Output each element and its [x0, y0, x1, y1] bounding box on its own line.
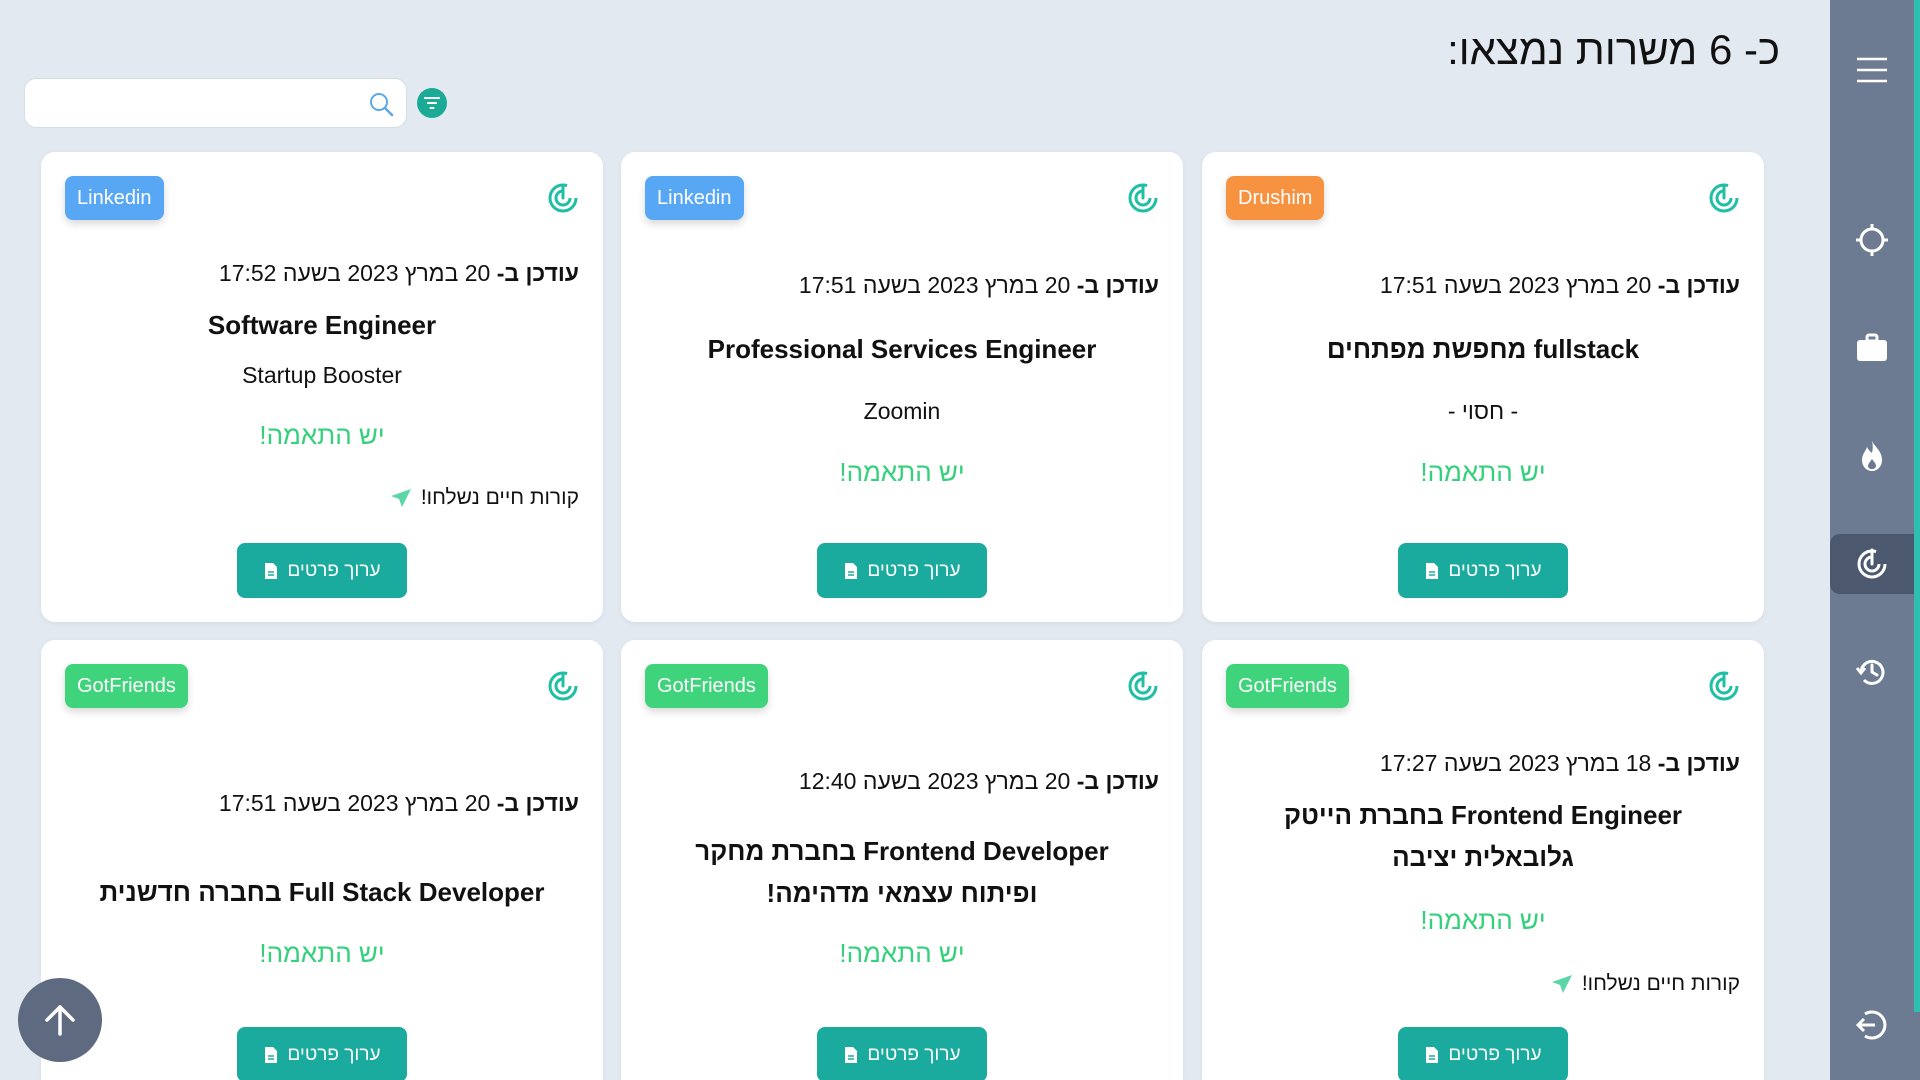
crosshair-icon	[1856, 224, 1888, 256]
sidebar-menu-button[interactable]	[1830, 40, 1914, 100]
edit-details-button[interactable]: ערוך פרטים	[237, 543, 407, 598]
document-icon	[265, 562, 278, 579]
briefcase-icon	[1857, 333, 1887, 361]
updated-date: עודכן ב- 20 במרץ 2023 בשעה 12:40	[799, 768, 1159, 795]
edit-details-button[interactable]: ערוך פרטים	[1398, 1027, 1568, 1080]
source-badge: GotFriends	[645, 664, 768, 708]
sidebar-item-target[interactable]	[1830, 210, 1914, 270]
cv-sent-status: קורות חיים נשלחו!	[389, 486, 579, 510]
match-status: יש התאמה!	[259, 938, 385, 968]
edit-details-label: ערוך פרטים	[287, 559, 381, 581]
sidebar-item-radar[interactable]	[1830, 534, 1914, 594]
match-status: יש התאמה!	[1420, 457, 1546, 487]
document-icon	[845, 1046, 858, 1063]
radar-icon[interactable]	[1708, 182, 1740, 214]
source-badge: GotFriends	[65, 664, 188, 708]
updated-prefix: עודכן ב-	[1076, 272, 1159, 298]
job-card: GotFriends עודכן ב- 20 במרץ 2023 בשעה 12…	[621, 640, 1183, 1080]
job-title: Frontend Developer בחברת מחקר ופיתוח עצמ…	[695, 836, 1109, 908]
job-title: Software Engineer	[207, 310, 437, 340]
updated-prefix: עודכן ב-	[1076, 768, 1159, 794]
updated-date: עודכן ב- 20 במרץ 2023 בשעה 17:52	[219, 260, 579, 287]
job-title: Full Stack Developer בחברה חדשנית	[99, 877, 545, 907]
document-icon	[1426, 1046, 1439, 1063]
sidebar-item-hot[interactable]	[1830, 426, 1914, 486]
radar-icon[interactable]	[1708, 670, 1740, 702]
sidebar-item-history[interactable]	[1830, 642, 1914, 702]
job-title: Professional Services Engineer	[707, 334, 1097, 364]
edit-details-button[interactable]: ערוך פרטים	[817, 1027, 987, 1080]
job-card: Linkedin עודכן ב- 20 במרץ 2023 בשעה 17:5…	[41, 152, 603, 622]
match-status: יש התאמה!	[1420, 905, 1546, 935]
page-title: כ- 6 משרות נמצאו:	[1447, 26, 1780, 73]
edit-details-label: ערוך פרטים	[287, 1043, 381, 1065]
updated-text: 18 במרץ 2023 בשעה 17:27	[1379, 750, 1658, 776]
send-icon	[1551, 975, 1572, 993]
document-icon	[1426, 562, 1439, 579]
updated-prefix: עודכן ב-	[1657, 272, 1740, 298]
history-icon	[1855, 659, 1885, 685]
edit-details-label: ערוך פרטים	[1448, 559, 1542, 581]
arrow-up-icon	[45, 1005, 75, 1036]
sidebar-item-logout[interactable]	[1830, 995, 1914, 1055]
filter-icon	[424, 97, 440, 109]
updated-date: עודכן ב- 20 במרץ 2023 בשעה 17:51	[799, 272, 1159, 299]
logout-icon	[1855, 1010, 1887, 1040]
updated-text: 20 במרץ 2023 בשעה 17:51	[218, 790, 497, 816]
updated-text: 20 במרץ 2023 בשעה 17:51	[798, 272, 1077, 298]
updated-prefix: עודכן ב-	[496, 790, 579, 816]
search-box	[24, 78, 407, 128]
scroll-to-top-button[interactable]	[18, 978, 102, 1062]
source-badge: Linkedin	[65, 176, 164, 220]
sidebar-accent	[1914, 0, 1920, 1012]
match-status: יש התאמה!	[839, 457, 965, 487]
updated-text: 20 במרץ 2023 בשעה 17:51	[1379, 272, 1658, 298]
updated-date: עודכן ב- 20 במרץ 2023 בשעה 17:51	[1380, 272, 1740, 299]
edit-details-button[interactable]: ערוך פרטים	[237, 1027, 407, 1080]
edit-details-label: ערוך פרטים	[1448, 1043, 1542, 1065]
updated-date: עודכן ב- 20 במרץ 2023 בשעה 17:51	[219, 790, 579, 817]
document-icon	[265, 1046, 278, 1063]
search-icon[interactable]	[368, 91, 394, 117]
job-card: Linkedin עודכן ב- 20 במרץ 2023 בשעה 17:5…	[621, 152, 1183, 622]
flame-icon	[1862, 441, 1882, 471]
radar-icon[interactable]	[1127, 182, 1159, 214]
source-badge: Linkedin	[645, 176, 744, 220]
job-title: fullstack מחפשת מפתחים	[1326, 334, 1640, 364]
cv-sent-label: קורות חיים נשלחו!	[1581, 972, 1740, 995]
company-name: Zoomin	[863, 398, 941, 424]
radar-icon[interactable]	[547, 182, 579, 214]
job-card: GotFriends עודכן ב- 18 במרץ 2023 בשעה 17…	[1202, 640, 1764, 1080]
match-status: יש התאמה!	[839, 938, 965, 968]
source-badge: Drushim	[1226, 176, 1325, 220]
updated-text: 20 במרץ 2023 בשעה 12:40	[798, 768, 1077, 794]
job-card: GotFriends עודכן ב- 20 במרץ 2023 בשעה 17…	[41, 640, 603, 1080]
cv-sent-status: קורות חיים נשלחו!	[1550, 972, 1740, 996]
edit-details-button[interactable]: ערוך פרטים	[1398, 543, 1568, 598]
updated-prefix: עודכן ב-	[1657, 750, 1740, 776]
edit-details-button[interactable]: ערוך פרטים	[817, 543, 987, 598]
company-name: - חסוי -	[1447, 398, 1519, 424]
edit-details-label: ערוך פרטים	[867, 559, 961, 581]
radar-icon[interactable]	[547, 670, 579, 702]
hamburger-menu-icon	[1857, 57, 1887, 83]
updated-prefix: עודכן ב-	[496, 260, 579, 286]
filter-button[interactable]	[417, 88, 447, 118]
company-name: Startup Booster	[242, 362, 402, 388]
source-badge: GotFriends	[1226, 664, 1349, 708]
sidebar-item-jobs[interactable]	[1830, 318, 1914, 378]
updated-text: 20 במרץ 2023 בשעה 17:52	[218, 260, 497, 286]
job-title: Frontend Engineer בחברת הייטק גלובאלית י…	[1283, 800, 1683, 872]
radar-icon	[1857, 548, 1887, 579]
job-card: Drushim עודכן ב- 20 במרץ 2023 בשעה 17:51…	[1202, 152, 1764, 622]
sidebar	[1830, 0, 1920, 1080]
updated-date: עודכן ב- 18 במרץ 2023 בשעה 17:27	[1380, 750, 1740, 777]
match-status: יש התאמה!	[259, 420, 385, 450]
edit-details-label: ערוך פרטים	[867, 1043, 961, 1065]
document-icon	[845, 562, 858, 579]
search-input[interactable]	[25, 79, 406, 127]
send-icon	[390, 489, 411, 507]
radar-icon[interactable]	[1127, 670, 1159, 702]
cv-sent-label: קורות חיים נשלחו!	[420, 486, 579, 509]
